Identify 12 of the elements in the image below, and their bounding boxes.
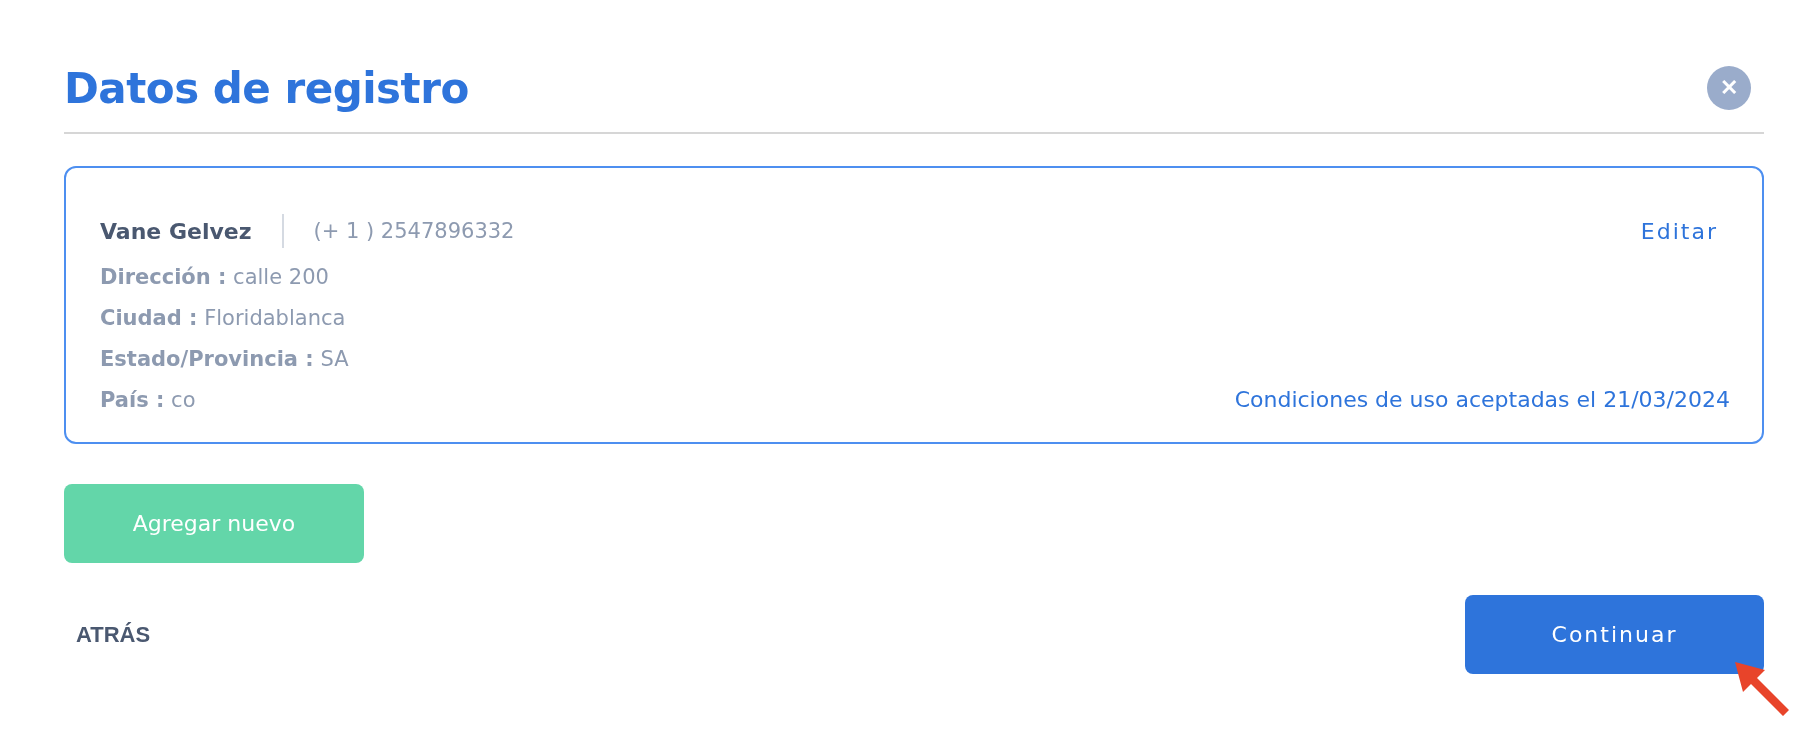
terms-note: Condiciones de uso aceptadas el 21/03/2024 (1234, 387, 1730, 412)
contact-name: Vane Gelvez (100, 218, 252, 244)
close-button[interactable]: ✕ (1707, 66, 1751, 110)
back-button[interactable]: ATRÁS (64, 621, 151, 648)
continue-button[interactable]: Continuar (1465, 595, 1764, 674)
address-detail: País : co (100, 388, 197, 412)
address-detail: Ciudad : Floridablanca (100, 306, 347, 330)
dialog-title: Datos de registro (64, 63, 469, 113)
phone-number: (+ 1 ) 2547896332 (313, 219, 515, 243)
address-detail: Dirección : calle 200 (100, 265, 330, 289)
edit-link[interactable]: Editar (1640, 218, 1718, 244)
address-detail: Estado/Provincia : SA (100, 347, 349, 371)
